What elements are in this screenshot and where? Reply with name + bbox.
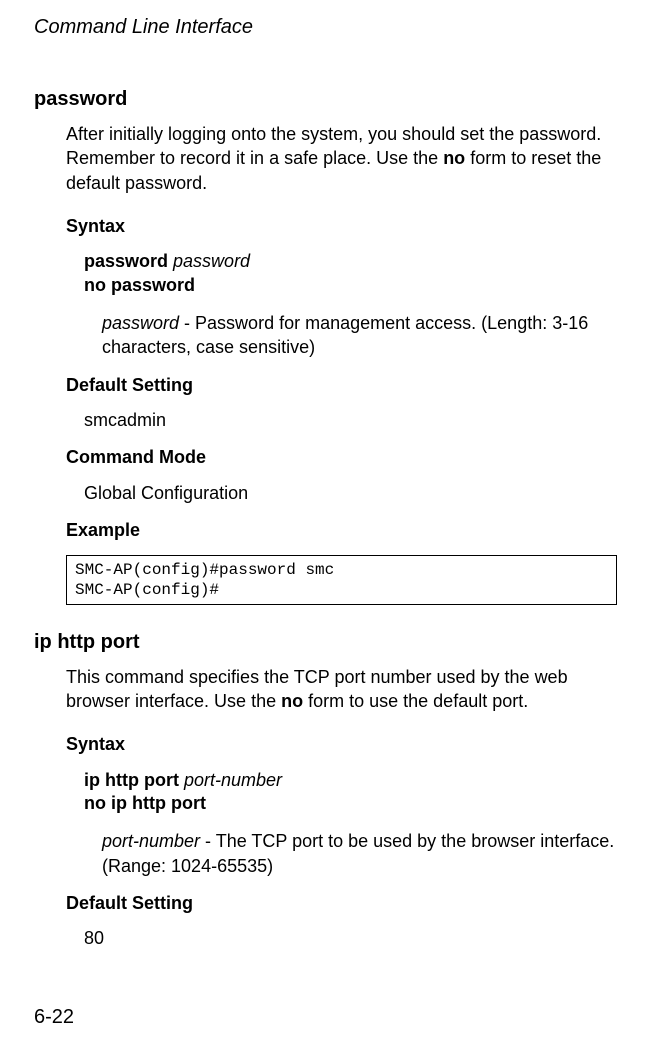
password-intro-bold: no bbox=[443, 148, 465, 168]
default-setting-value-2: 80 bbox=[84, 927, 623, 950]
ip-http-port-param-italic: port-number bbox=[102, 831, 200, 851]
running-header: Command Line Interface bbox=[34, 14, 623, 40]
syntax-password-bold: password bbox=[84, 251, 173, 271]
section-title-password: password bbox=[34, 86, 623, 112]
password-syntax: password password no password bbox=[84, 250, 623, 297]
ip-http-port-intro-bold: no bbox=[281, 691, 303, 711]
password-intro: After initially logging onto the system,… bbox=[66, 122, 623, 195]
syntax-no-password: no password bbox=[84, 274, 623, 297]
syntax-label-2: Syntax bbox=[66, 733, 623, 756]
syntax-password-italic: password bbox=[173, 251, 250, 271]
ip-http-port-intro: This command specifies the TCP port numb… bbox=[66, 665, 623, 714]
default-setting-value: smcadmin bbox=[84, 409, 623, 432]
page-number: 6-22 bbox=[34, 1004, 74, 1030]
example-code: SMC-AP(config)#password smc SMC-AP(confi… bbox=[66, 555, 617, 605]
default-setting-label: Default Setting bbox=[66, 374, 623, 397]
ip-http-port-syntax: ip http port port-number no ip http port bbox=[84, 769, 623, 816]
syntax-no-ip-http-port: no ip http port bbox=[84, 792, 623, 815]
syntax-label: Syntax bbox=[66, 215, 623, 238]
ip-http-port-param: port-number - The TCP port to be used by… bbox=[102, 829, 623, 878]
syntax-ip-http-port-bold: ip http port bbox=[84, 770, 184, 790]
ip-http-port-intro-part2: form to use the default port. bbox=[303, 691, 528, 711]
syntax-ip-http-port-italic: port-number bbox=[184, 770, 282, 790]
command-mode-label: Command Mode bbox=[66, 446, 623, 469]
password-param: password - Password for management acces… bbox=[102, 311, 623, 360]
example-label: Example bbox=[66, 519, 623, 542]
command-mode-value: Global Configuration bbox=[84, 482, 623, 505]
password-param-italic: password bbox=[102, 313, 179, 333]
default-setting-label-2: Default Setting bbox=[66, 892, 623, 915]
section-title-ip-http-port: ip http port bbox=[34, 629, 623, 655]
